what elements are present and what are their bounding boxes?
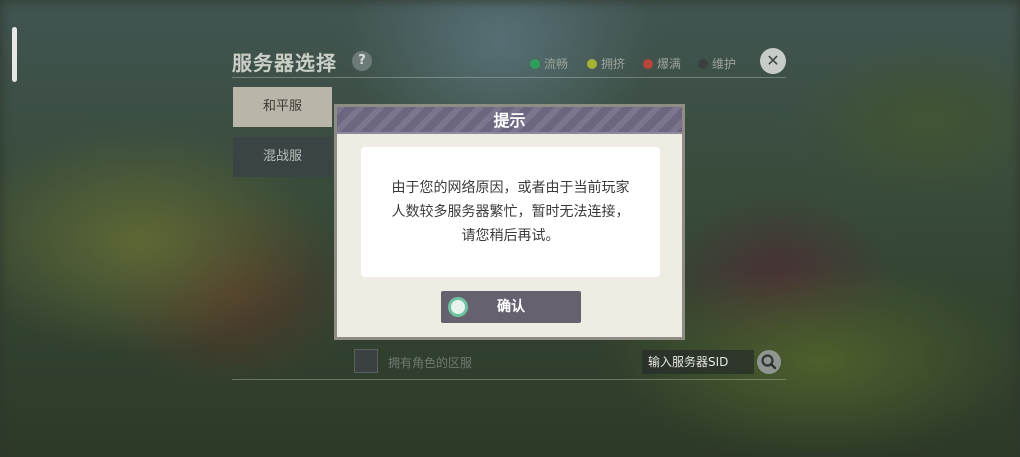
status-dot-icon (587, 58, 597, 69)
legend-item-full: 爆满 (643, 55, 681, 72)
search-icon (761, 354, 777, 370)
help-icon[interactable]: ? (352, 51, 372, 71)
dialog-title: 提示 (493, 111, 526, 130)
error-dialog: 提示 由于您的网络原因，或者由于当前玩家人数较多服务器繁忙，暂时无法连接，请您稍… (334, 104, 685, 340)
confirm-button[interactable]: 确认 (441, 291, 581, 323)
confirm-label: 确认 (497, 299, 525, 315)
legend-label: 拥挤 (601, 57, 626, 71)
legend-label: 维护 (712, 57, 737, 71)
dialog-message: 由于您的网络原因，或者由于当前玩家人数较多服务器繁忙，暂时无法连接，请您稍后再试… (391, 180, 630, 244)
status-dot-icon (643, 58, 653, 69)
legend-label: 爆满 (657, 57, 682, 71)
divider (232, 77, 786, 78)
legend-item-maintenance: 维护 (698, 55, 736, 72)
tab-chaos-server[interactable]: 混战服 (233, 137, 332, 177)
close-icon: ✕ (766, 51, 780, 70)
panel-title: 服务器选择 (232, 51, 337, 75)
search-button[interactable] (757, 350, 781, 374)
status-dot-icon (530, 58, 540, 69)
server-sid-input[interactable]: 输入服务器SID (642, 350, 754, 374)
legend-item-crowded: 拥挤 (587, 55, 625, 72)
legend-item-smooth: 流畅 (530, 55, 568, 72)
has-role-checkbox[interactable] (354, 349, 378, 373)
scrollbar-thumb[interactable] (12, 27, 17, 82)
tab-peace-server[interactable]: 和平服 (233, 87, 332, 127)
dialog-header: 提示 (337, 107, 682, 134)
divider (232, 379, 786, 380)
has-role-label: 拥有角色的区服 (388, 356, 473, 370)
status-dot-icon (698, 58, 708, 69)
close-button[interactable]: ✕ (760, 48, 786, 74)
legend-label: 流畅 (544, 57, 569, 71)
message-box: 由于您的网络原因，或者由于当前玩家人数较多服务器繁忙，暂时无法连接，请您稍后再试… (361, 147, 660, 277)
